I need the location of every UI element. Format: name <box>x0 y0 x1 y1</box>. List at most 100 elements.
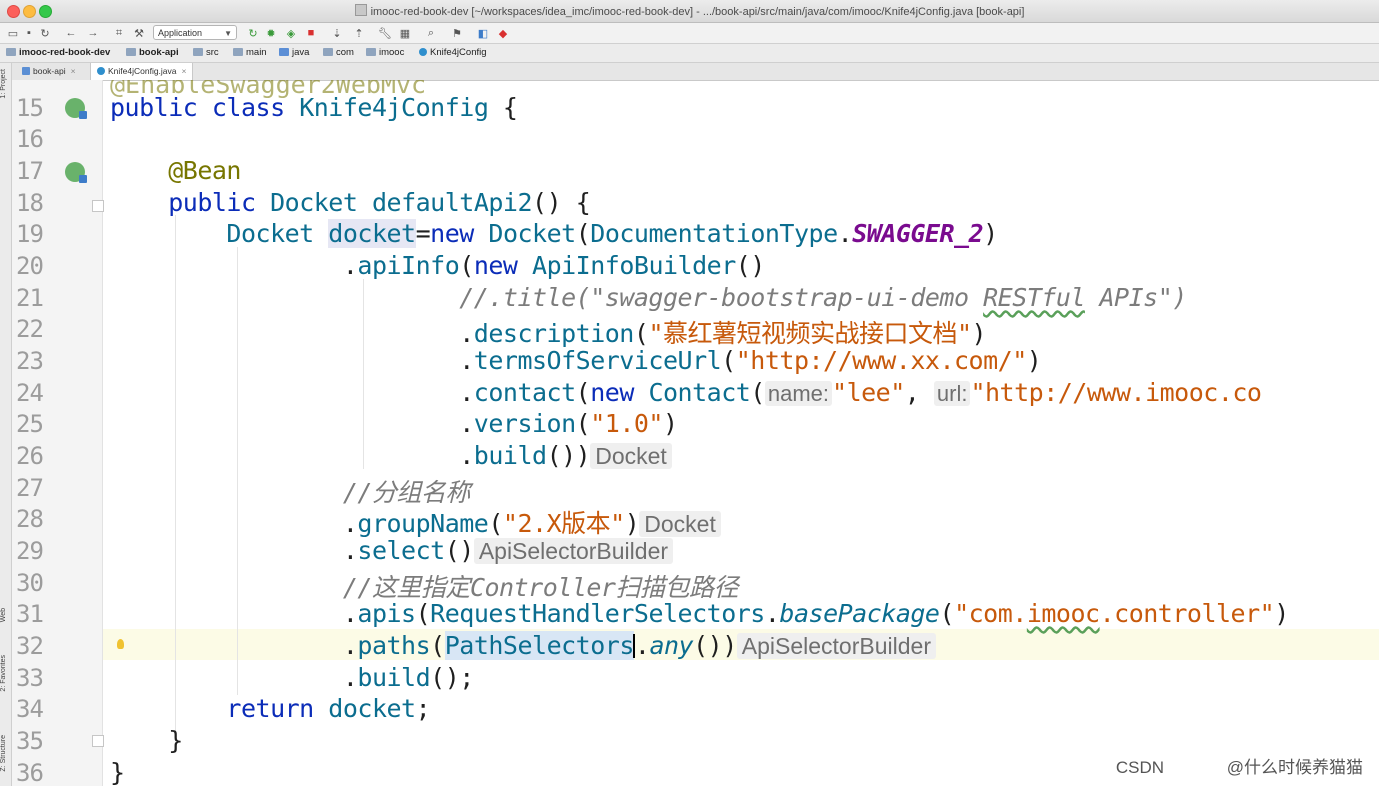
breadcrumb-label: book-api <box>139 47 179 58</box>
line-number: 21 <box>16 284 44 312</box>
coverage-icon[interactable]: ◈ <box>284 26 298 40</box>
tab-label: book-api <box>33 66 66 76</box>
spring-bean-gutter-icon[interactable] <box>65 162 87 183</box>
plugin-icon[interactable]: ◆ <box>496 26 510 40</box>
breadcrumb-item-project[interactable]: imooc-red-book-dev <box>6 47 110 58</box>
window-title-text: imooc-red-book-dev [~/workspaces/idea_im… <box>370 6 1025 18</box>
line-number: 24 <box>16 379 44 407</box>
line-number: 34 <box>16 695 44 723</box>
editor-tabs: book-api × Knife4jConfig.java × <box>12 63 1379 81</box>
type-hint: ApiSelectorBuilder <box>473 538 674 564</box>
search-icon[interactable]: ⌕ <box>424 26 438 40</box>
breadcrumb-label: src <box>206 47 219 58</box>
parameter-hint: url: <box>933 381 971 406</box>
open-folder-icon[interactable]: ▭ <box>6 26 20 40</box>
breadcrumb-item-main[interactable]: main <box>233 47 267 58</box>
folder-icon <box>193 48 203 56</box>
project-tool-window-button[interactable]: 1: Project <box>0 69 11 99</box>
code-line-36: } <box>110 758 125 786</box>
tab-knife4jconfig[interactable]: Knife4jConfig.java × <box>90 63 194 80</box>
vcs-update-icon[interactable]: ⇣ <box>330 26 344 40</box>
tab-label: Knife4jConfig.java <box>108 66 177 76</box>
close-icon[interactable]: × <box>71 66 76 76</box>
wrench-icon[interactable]: 🔧︎ <box>378 26 392 40</box>
breadcrumb-item-com[interactable]: com <box>323 47 354 58</box>
line-number: 16 <box>16 125 44 153</box>
spring-config-gutter-icon[interactable] <box>65 98 87 119</box>
line-number: 27 <box>16 474 44 502</box>
watermark-right: @什么时候养猫猫 <box>1226 758 1363 777</box>
code-line-32: .paths(PathSelectors.any()) ApiSelectorBu… <box>110 631 936 662</box>
line-number: 31 <box>16 600 44 628</box>
hammer-icon[interactable]: ⚒ <box>132 26 146 40</box>
breadcrumb-label: com <box>336 47 354 58</box>
code-line-26: .build()) Docket <box>110 441 672 472</box>
line-number: 30 <box>16 569 44 597</box>
code-line-33: .build(); <box>342 663 474 692</box>
folder-icon <box>126 48 136 56</box>
sync-icon[interactable]: ↻ <box>38 26 52 40</box>
code-line-17: @Bean <box>168 156 241 185</box>
main-toolbar: ▭ ▪ ↻ ← → ⌗ ⚒ Application ▼ ↻ ✹ ◈ ■ ⇣ ⇡ 🔧… <box>0 23 1379 44</box>
lightbulb-icon[interactable] <box>117 639 124 649</box>
class-icon <box>97 67 105 75</box>
line-number: 33 <box>16 664 44 692</box>
translate-icon[interactable]: ◧ <box>476 26 490 40</box>
project-structure-icon[interactable]: ▦ <box>398 26 412 40</box>
code-line-18: public Docket defaultApi2() { <box>168 188 591 217</box>
breadcrumb-item-imooc[interactable]: imooc <box>366 47 404 58</box>
code-line-35: } <box>168 726 183 755</box>
code-line-25: .version("1.0") <box>459 409 678 438</box>
line-number: 15 <box>16 94 44 122</box>
stop-icon[interactable]: ■ <box>304 26 318 40</box>
favorites-tool-window-button[interactable]: 2: Favorites <box>0 655 11 692</box>
left-tool-strip: 1: Project Web 2: Favorites Z: Structure <box>0 63 12 786</box>
rerun-icon[interactable]: ↻ <box>246 26 260 40</box>
breadcrumb-item-module[interactable]: book-api <box>126 47 179 58</box>
build-project-icon[interactable]: ⌗ <box>112 26 126 40</box>
type-hint: Docket <box>639 511 721 537</box>
breadcrumb: imooc-red-book-dev book-api src main jav… <box>0 44 1379 63</box>
code-line-30: //这里指定Controller扫描包路径 <box>342 573 739 602</box>
tab-book-api[interactable]: book-api × <box>16 63 82 80</box>
breadcrumb-label: imooc <box>379 47 405 58</box>
parameter-hint: name: <box>764 381 833 406</box>
code-line-28: .groupName("2.X版本") Docket <box>110 504 721 538</box>
code-line-34: return docket; <box>226 694 431 723</box>
forward-arrow-icon[interactable]: → <box>86 26 100 40</box>
breadcrumb-item-src[interactable]: src <box>193 47 219 58</box>
run-configuration-select[interactable]: Application ▼ <box>153 25 237 40</box>
line-number: 22 <box>16 315 44 343</box>
line-number: 36 <box>16 759 44 787</box>
folder-icon <box>6 48 16 56</box>
debug-icon[interactable]: ✹ <box>264 26 278 40</box>
code-line-22: .description("慕红薯短视频实战接口文档") <box>459 319 987 348</box>
line-number: 18 <box>16 189 44 217</box>
type-hint: ApiSelectorBuilder <box>736 633 936 659</box>
run-configuration-label: Application <box>158 28 203 38</box>
line-number: 32 <box>16 632 44 660</box>
code-line-23: .termsOfServiceUrl("http://www.xx.com/") <box>459 346 1042 375</box>
tool-window-label: 2: Favorites <box>0 655 7 692</box>
chevron-down-icon: ▼ <box>224 29 232 38</box>
structure-tool-window-button[interactable]: Z: Structure <box>0 735 11 772</box>
tasks-icon[interactable]: ⚑ <box>450 26 464 40</box>
breadcrumb-item-java[interactable]: java <box>279 47 309 58</box>
line-number: 29 <box>16 537 44 565</box>
back-arrow-icon[interactable]: ← <box>64 26 78 40</box>
code-line-19: Docket docket=new Docket(DocumentationTy… <box>226 219 998 248</box>
editor-gutter: 15 16 17 18 19 20 21 22 23 24 25 26 27 2… <box>12 80 104 787</box>
watermark-left: CSDN <box>1115 758 1164 777</box>
close-icon[interactable]: × <box>182 66 187 76</box>
tool-window-label: 1: Project <box>0 69 7 99</box>
breadcrumb-label: java <box>292 47 310 58</box>
type-hint: Docket <box>590 443 672 469</box>
code-line-31: .apis(RequestHandlerSelectors.basePackag… <box>342 599 1289 628</box>
package-icon <box>323 48 333 56</box>
breadcrumb-item-class[interactable]: Knife4jConfig <box>419 47 487 58</box>
vcs-commit-icon[interactable]: ⇡ <box>352 26 366 40</box>
web-tool-window-button[interactable]: Web <box>0 608 11 622</box>
save-icon[interactable]: ▪ <box>22 26 36 40</box>
code-editor[interactable]: public class Knife4jConfig { @Bean publi… <box>103 80 1379 786</box>
line-number: 19 <box>16 220 44 248</box>
